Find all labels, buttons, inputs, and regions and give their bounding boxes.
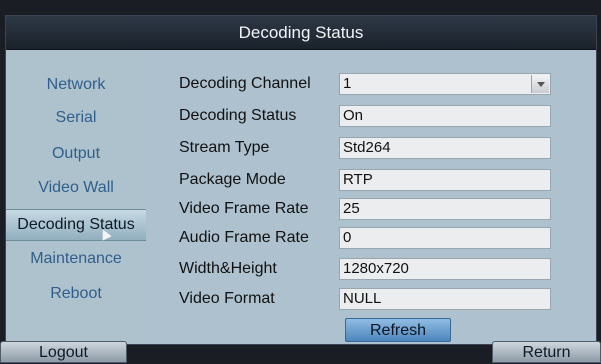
width-height-label: Width&Height (179, 260, 277, 277)
audio-frame-rate-field: 0 (339, 227, 551, 249)
sidebar-item-video-wall[interactable]: Video Wall (6, 173, 146, 203)
stream-type-field: Std264 (339, 137, 551, 159)
return-button[interactable]: Return (492, 341, 601, 363)
video-format-field: NULL (339, 288, 551, 310)
form-row-package-mode: Package Mode RTP (146, 169, 596, 193)
decoding-channel-label: Decoding Channel (179, 75, 311, 92)
form-row-decoding-status: Decoding Status On (146, 105, 596, 129)
package-mode-field: RTP (339, 169, 551, 191)
sidebar-item-maintenance[interactable]: Maintenance (6, 244, 146, 274)
decoding-status-label: Decoding Status (179, 107, 297, 124)
refresh-button[interactable]: Refresh (345, 318, 451, 342)
decoding-channel-value: 1 (343, 75, 352, 92)
decoding-status-field: On (339, 105, 551, 127)
form-row-stream-type: Stream Type Std264 (146, 137, 596, 161)
decoding-status-panel: Decoding Channel 1 Decoding Status On St… (146, 50, 596, 344)
logout-button[interactable]: Logout (0, 341, 127, 363)
video-frame-rate-field: 25 (339, 198, 551, 220)
form-row-video-format: Video Format NULL (146, 288, 596, 312)
form-row-width-height: Width&Height 1280x720 (146, 258, 596, 282)
stream-type-label: Stream Type (179, 139, 270, 156)
sidebar-item-output[interactable]: Output (6, 139, 146, 169)
video-frame-rate-label: Video Frame Rate (179, 200, 309, 217)
chevron-down-icon[interactable] (531, 75, 549, 93)
form-row-audio-frame-rate: Audio Frame Rate 0 (146, 227, 596, 251)
window-title: Decoding Status (6, 16, 596, 50)
sidebar-item-label: Decoding Status (17, 216, 135, 233)
sidebar-item-decoding-status[interactable]: Decoding Status (6, 209, 146, 241)
sidebar-item-network[interactable]: Network (6, 70, 146, 100)
audio-frame-rate-label: Audio Frame Rate (179, 229, 309, 246)
form-row-decoding-channel: Decoding Channel 1 (146, 73, 596, 97)
package-mode-label: Package Mode (179, 171, 286, 188)
sidebar-menu: Network Serial Output Video Wall Decodin… (6, 50, 146, 344)
sidebar-item-serial[interactable]: Serial (6, 103, 146, 133)
width-height-field: 1280x720 (339, 258, 551, 280)
video-format-label: Video Format (179, 290, 275, 307)
sidebar-item-reboot[interactable]: Reboot (6, 279, 146, 309)
decoding-status-window: Decoding Status Network Serial Output Vi… (5, 15, 597, 345)
form-row-video-frame-rate: Video Frame Rate 25 (146, 198, 596, 222)
decoding-channel-select[interactable]: 1 (339, 73, 551, 95)
